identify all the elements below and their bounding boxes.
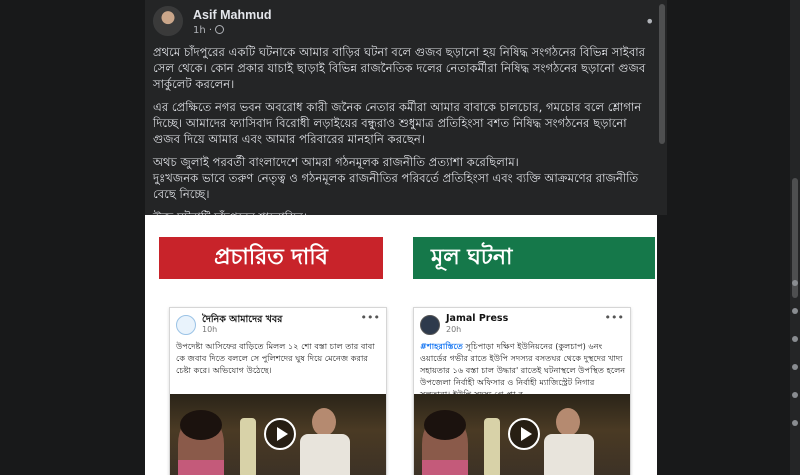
rail-dot-icon[interactable]: [792, 308, 798, 314]
video-person: [178, 410, 224, 475]
post-paragraph-2: এর প্রেক্ষিতে নগর ভবন অবরোধ কারী জনৈক নে…: [153, 100, 642, 146]
screenshot-card-actual: Jamal Press 20h ••• #শাহরাস্তিতে সূচিপাড…: [413, 307, 631, 475]
globe-icon: [215, 25, 225, 34]
play-icon: [264, 418, 296, 450]
post-paragraph-3: অথচ জুলাই পরবর্তী বাংলাদেশে আমরা গঠনমূলক…: [153, 155, 639, 201]
post-time[interactable]: 1h: [193, 25, 206, 36]
banner-actual: মূল ঘটনা: [413, 237, 655, 279]
card-hashtag: #শাহরাস্তিতে: [420, 341, 463, 351]
right-rail-icons: [792, 280, 800, 448]
post-paragraph-1: প্রথমে চাঁদপুরের একটি ঘটনাকে আমার বাড়ির…: [153, 45, 646, 91]
video-light: [240, 418, 256, 475]
rail-dot-icon[interactable]: [792, 280, 798, 286]
rail-dot-icon[interactable]: [792, 392, 798, 398]
post-header: Asif Mahmud 1h · •••: [153, 6, 657, 42]
facebook-post: Asif Mahmud 1h · ••• প্রথমে চাঁদপুরের এক…: [145, 0, 657, 475]
screenshot-card-claimed: দৈনিক আমাদের খবর 10h ••• উপদেষ্টা আসিফের…: [169, 307, 387, 475]
card-time: 20h: [446, 325, 462, 334]
author-avatar[interactable]: [153, 6, 183, 36]
video-thumbnail: [170, 394, 386, 475]
video-light: [484, 418, 500, 475]
more-options-icon[interactable]: •••: [645, 12, 657, 31]
post-meta: 1h ·: [193, 25, 225, 36]
banner-claimed: প্রচারিত দাবি: [159, 237, 383, 279]
card-text: উপদেষ্টা আসিফের বাড়িতে মিলল ১২ শো বস্তা…: [176, 341, 375, 375]
rail-dot-icon[interactable]: [792, 364, 798, 370]
page-avatar: [176, 315, 196, 335]
post-body: প্রথমে চাঁদপুরের একটি ঘটনাকে আমার বাড়ির…: [153, 44, 653, 232]
right-background: [667, 0, 800, 475]
video-person: [544, 408, 594, 475]
card-text: #শাহরাস্তিতে সূচিপাড়া দক্ষিণ ইউনিয়নের …: [420, 340, 626, 400]
post-scrollbar-thumb[interactable]: [659, 4, 665, 144]
author-name[interactable]: Asif Mahmud: [193, 8, 271, 22]
video-thumbnail: [414, 394, 630, 475]
page-avatar: [420, 315, 440, 335]
card-more-icon: •••: [604, 311, 624, 324]
rail-dot-icon[interactable]: [792, 336, 798, 342]
post-image[interactable]: প্রচারিত দাবি মূল ঘটনা দৈনিক আমাদের খবর …: [145, 215, 657, 475]
video-person: [422, 410, 468, 475]
card-page-name: Jamal Press: [446, 313, 509, 324]
card-more-icon: •••: [360, 311, 380, 324]
play-icon: [508, 418, 540, 450]
video-person: [300, 408, 350, 475]
left-background: [0, 0, 145, 475]
card-time: 10h: [202, 325, 218, 334]
rail-dot-icon[interactable]: [792, 420, 798, 426]
